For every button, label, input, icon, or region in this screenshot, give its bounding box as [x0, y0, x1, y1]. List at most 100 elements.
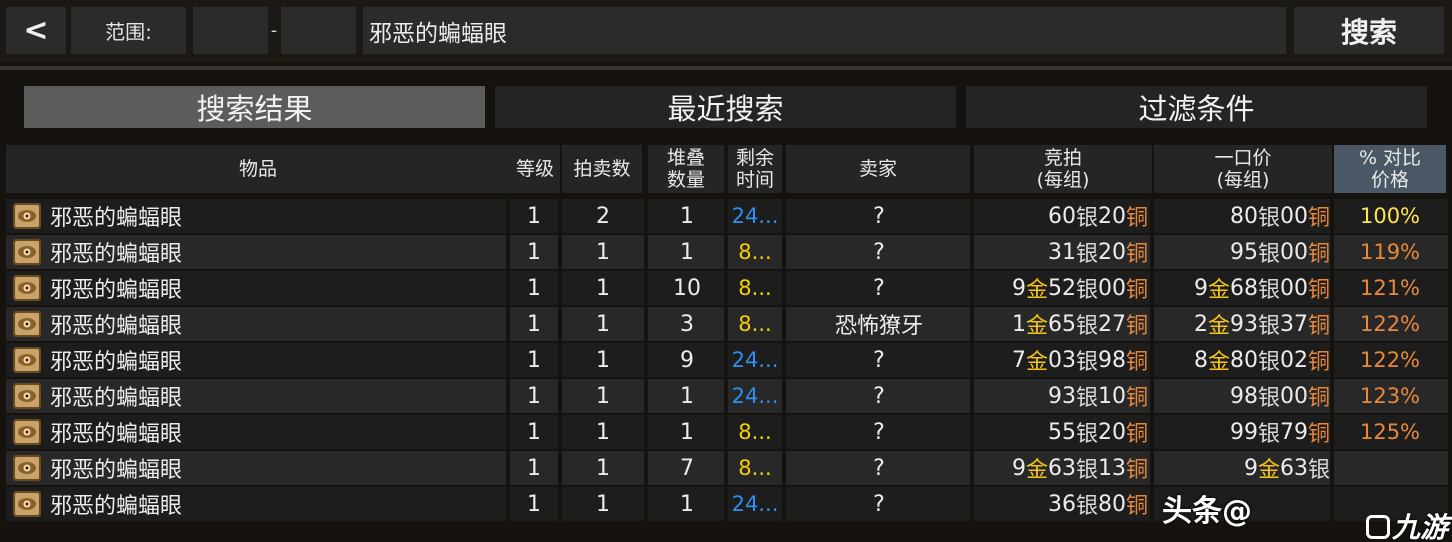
level-cell: 1 [527, 239, 541, 265]
gold-unit: 金 [1025, 350, 1048, 375]
copper-unit: 铜 [1125, 206, 1148, 231]
column-header-level[interactable]: 等级 [510, 145, 560, 193]
column-header-price-compare[interactable]: % 对比 价格 [1334, 145, 1446, 193]
seller-cell: ? [873, 455, 885, 481]
column-header-buyout[interactable]: 一口价 (每组) [1154, 145, 1332, 193]
item-cell[interactable]: 邪恶的蝙蝠眼 [6, 307, 510, 341]
column-divider [724, 487, 728, 521]
bat-eye-item-icon [13, 491, 41, 517]
column-divider [1330, 379, 1334, 413]
bid-copper: 10 [1097, 383, 1126, 409]
silver-unit: 银 [1075, 422, 1098, 447]
column-header-level-label: 等级 [515, 158, 554, 180]
time-left-cell: 24... [731, 384, 779, 408]
bat-eye-item-icon [13, 419, 41, 445]
bid-price-cell: 7金 03 银 98 铜 [974, 343, 1152, 377]
column-divider [558, 451, 562, 485]
silver-unit: 银 [1075, 458, 1098, 483]
bat-eye-item-icon [13, 455, 41, 481]
silver-unit: 银 [1075, 206, 1098, 231]
silver-unit: 银 [1257, 386, 1280, 411]
copper-unit: 铜 [1307, 278, 1330, 303]
bid-silver: 63 [1047, 455, 1076, 481]
table-row[interactable]: 邪恶的蝙蝠眼 1 1 1 8...? 31 银 20 铜 95 银 00 铜 119% [6, 235, 1448, 269]
item-cell[interactable]: 邪恶的蝙蝠眼 [6, 379, 510, 413]
buyout-silver: 95 [1229, 239, 1258, 265]
copper-unit: 铜 [1125, 494, 1148, 519]
column-divider [506, 487, 510, 521]
item-cell[interactable]: 邪恶的蝙蝠眼 [6, 271, 510, 305]
column-divider [1330, 451, 1334, 485]
item-cell[interactable]: 邪恶的蝙蝠眼 [6, 415, 510, 449]
column-divider [558, 379, 562, 413]
price-compare-cell: 119% [1359, 240, 1421, 264]
item-cell[interactable]: 邪恶的蝙蝠眼 [6, 235, 510, 269]
copper-unit: 铜 [1307, 422, 1330, 447]
table-row[interactable]: 邪恶的蝙蝠眼 1 1 1 8...? 55 银 20 铜 99 银 79 铜 125% [6, 415, 1448, 449]
range-max-input[interactable] [281, 7, 356, 54]
column-divider [970, 415, 974, 449]
back-button[interactable]: < [6, 7, 66, 54]
range-label: 范围: [71, 7, 186, 54]
copper-unit: 铜 [1307, 386, 1330, 411]
search-input[interactable]: 邪恶的蝙蝠眼 [363, 7, 1286, 54]
buyout-copper: 02 [1279, 347, 1308, 373]
column-divider [782, 271, 786, 305]
table-row[interactable]: 邪恶的蝙蝠眼 1 1 9 24...? 7 金 03 银 98 铜 8 金 80 银 02 铜 122% [6, 343, 1448, 377]
item-cell[interactable]: 邪恶的蝙蝠眼 [6, 343, 510, 377]
tab-recent-searches[interactable]: 最近搜索 [495, 86, 956, 128]
column-divider [724, 199, 728, 233]
range-min-input[interactable] [193, 7, 268, 54]
column-header-item[interactable]: 物品 [6, 145, 510, 193]
level-cell: 1 [527, 311, 541, 337]
column-divider [1150, 379, 1154, 413]
seller-cell: ? [873, 491, 885, 517]
table-row[interactable]: 邪恶的蝙蝠眼 1 2 1 24...? 60 银 20 铜 80 银 00 铜 100% [6, 199, 1448, 233]
column-divider [970, 235, 974, 269]
search-button[interactable]: 搜索 [1294, 7, 1444, 54]
column-header-bid[interactable]: 竞拍 (每组) [974, 145, 1152, 193]
column-divider [558, 235, 562, 269]
column-divider [782, 307, 786, 341]
copper-unit: 铜 [1125, 278, 1148, 303]
price-compare-cell: 122% [1359, 348, 1421, 372]
buyout-price-cell: 98 银 00 铜 [1154, 379, 1334, 413]
column-header-time[interactable]: 剩余 时间 [728, 145, 782, 193]
bid-copper: 98 [1097, 347, 1126, 373]
bid-price-cell: 55 银 20 铜 [974, 415, 1152, 449]
silver-unit: 银 [1257, 278, 1280, 303]
bid-copper: 80 [1097, 491, 1126, 517]
level-cell: 1 [527, 383, 541, 409]
column-divider [1150, 415, 1154, 449]
seller-cell: ? [873, 275, 885, 301]
time-left-cell: 8... [738, 240, 772, 264]
column-divider [506, 235, 510, 269]
item-cell[interactable]: 邪恶的蝙蝠眼 [6, 199, 510, 233]
buyout-copper: 37 [1279, 311, 1308, 337]
table-row[interactable]: 邪恶的蝙蝠眼 1 1 1 24...? 93 银 10 铜 98 银 00 铜 123% [6, 379, 1448, 413]
column-divider [782, 199, 786, 233]
column-header-bids[interactable]: 拍卖数 [562, 145, 642, 193]
item-cell[interactable]: 邪恶的蝙蝠眼 [6, 487, 510, 521]
column-header-item-label: 物品 [238, 158, 277, 180]
seller-cell: ? [873, 203, 885, 229]
column-header-stack[interactable]: 堆叠 数量 [648, 145, 724, 193]
table-row[interactable]: 邪恶的蝙蝠眼 1 1 10 8...? 9 金 52 银 00 铜 9 金 68 银 00 铜 121% [6, 271, 1448, 305]
stack-cell: 7 [680, 455, 694, 481]
item-cell[interactable]: 邪恶的蝙蝠眼 [6, 451, 510, 485]
level-cell: 1 [527, 491, 541, 517]
column-divider [644, 379, 648, 413]
stack-cell: 10 [673, 275, 701, 301]
price-compare-cell: 122% [1359, 312, 1421, 336]
column-header-seller[interactable]: 卖家 [786, 145, 970, 193]
tab-search-results[interactable]: 搜索结果 [24, 86, 485, 128]
column-divider [644, 343, 648, 377]
column-divider [644, 199, 648, 233]
table-row[interactable]: 邪恶的蝙蝠眼 1 1 3 8... 恐怖獠牙 1 金 65 银 27 铜 2 金 93 银 37 铜 122… [6, 307, 1448, 341]
silver-unit: 银 [1257, 350, 1280, 375]
tab-filters[interactable]: 过滤条件 [966, 86, 1427, 128]
bat-eye-item-icon [13, 275, 41, 301]
table-row[interactable]: 邪恶的蝙蝠眼 1 1 7 8...? 9 金 63 银 13 铜 9 金 63 银 [6, 451, 1448, 485]
stack-cell: 1 [680, 203, 694, 229]
seller-cell: ? [873, 419, 885, 445]
